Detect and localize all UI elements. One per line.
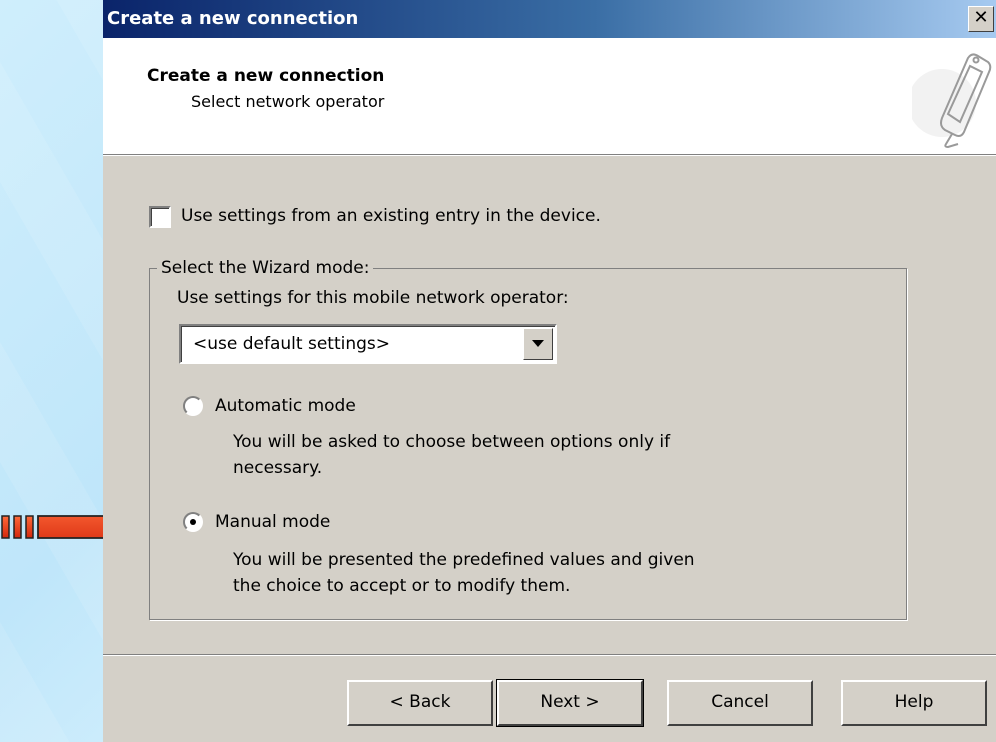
manual-mode-description-line1: You will be presented the predefined val… [233, 550, 695, 570]
operator-selected-value: <use default settings> [193, 334, 390, 354]
footer-divider-highlight [103, 655, 996, 656]
manual-mode-label[interactable]: Manual mode [215, 512, 330, 532]
dialog-window: Create a new connection ✕ Create a new c… [103, 0, 996, 742]
header-divider [103, 155, 996, 156]
close-icon: ✕ [973, 7, 989, 28]
dropdown-button[interactable] [523, 328, 553, 360]
back-button[interactable]: < Back [347, 680, 493, 726]
automatic-mode-description-line2: necessary. [233, 458, 323, 478]
use-existing-checkbox[interactable] [149, 206, 171, 228]
mobile-phone-icon [912, 53, 992, 148]
chevron-down-icon [532, 340, 544, 347]
automatic-mode-radio[interactable] [183, 396, 203, 416]
header-title: Create a new connection [147, 66, 385, 86]
title-bar[interactable]: Create a new connection ✕ [103, 0, 996, 38]
manual-mode-radio[interactable] [183, 512, 203, 532]
radio-selected-dot [190, 519, 196, 525]
cancel-button[interactable]: Cancel [667, 680, 813, 726]
use-existing-label[interactable]: Use settings from an existing entry in t… [181, 206, 601, 226]
help-button[interactable]: Help [841, 680, 987, 726]
header-subtitle: Select network operator [191, 92, 385, 111]
automatic-mode-description-line1: You will be asked to choose between opti… [233, 432, 671, 452]
close-button[interactable]: ✕ [968, 6, 994, 32]
operator-label: Use settings for this mobile network ope… [177, 288, 569, 308]
wizard-header: Create a new connection Select network o… [103, 38, 996, 156]
window-title: Create a new connection [107, 8, 359, 29]
wizard-mode-group-label: Select the Wizard mode: [157, 258, 374, 278]
automatic-mode-label[interactable]: Automatic mode [215, 396, 356, 416]
operator-select[interactable]: <use default settings> [179, 324, 557, 364]
manual-mode-description-line2: the choice to accept or to modify them. [233, 576, 571, 596]
next-button[interactable]: Next > [496, 679, 644, 727]
